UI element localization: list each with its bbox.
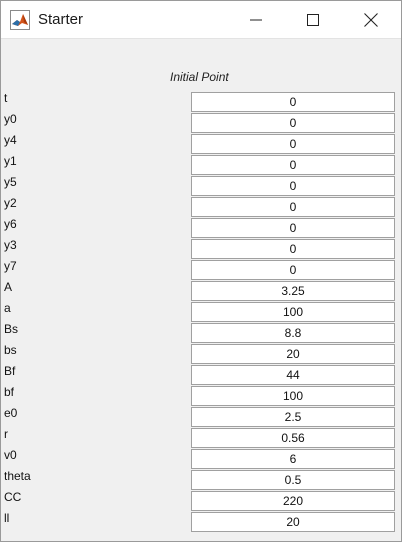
param-value-field[interactable]: 20 [191,344,395,364]
param-label: r [4,427,8,441]
param-label: bs [4,343,17,357]
param-value-field[interactable]: 220 [191,491,395,511]
param-value-field[interactable]: 0 [191,239,395,259]
param-label: y5 [4,175,17,189]
param-row-bf: bf 100 [1,385,401,406]
param-value-field[interactable]: 2.5 [191,407,395,427]
title-bar[interactable]: Starter [1,1,401,39]
param-label: Bs [4,322,19,336]
initial-point-header: Initial Point [170,70,229,84]
window-title: Starter [38,11,84,28]
param-label: e0 [4,406,18,420]
param-value-field[interactable]: 0 [191,197,395,217]
param-row-bs: bs 20 [1,343,401,364]
param-value-field[interactable]: 6 [191,449,395,469]
param-label: y2 [4,196,17,210]
param-label: y0 [4,112,17,126]
starter-window: Starter Initial Point t 0 y0 0 y4 0 y1 0… [0,0,402,542]
param-label: Bf [4,364,16,378]
param-row-r: r 0.56 [1,427,401,448]
param-row-v0: v0 6 [1,448,401,469]
param-row-ll: ll 20 [1,511,401,532]
param-label: y1 [4,154,17,168]
param-value-field[interactable]: 0 [191,260,395,280]
param-row-CC: CC 220 [1,490,401,511]
param-row-Bf: Bf 44 [1,364,401,385]
param-row-A: A 3.25 [1,280,401,301]
param-row-y3: y3 0 [1,238,401,259]
param-row-e0: e0 2.5 [1,406,401,427]
param-value-field[interactable]: 100 [191,386,395,406]
close-icon [364,12,378,27]
param-row-y5: y5 0 [1,175,401,196]
param-label: bf [4,385,15,399]
minimize-icon [250,19,262,20]
param-row-Bs: Bs 8.8 [1,322,401,343]
param-label: y3 [4,238,17,252]
param-label: y7 [4,259,17,273]
param-value-field[interactable]: 0 [191,155,395,175]
close-button[interactable] [348,1,394,38]
param-value-field[interactable]: 0 [191,113,395,133]
param-row-y1: y1 0 [1,154,401,175]
param-value-field[interactable]: 20 [191,512,395,532]
param-row-a: a 100 [1,301,401,322]
matlab-icon [10,10,30,30]
param-value-field[interactable]: 0.56 [191,428,395,448]
param-value-field[interactable]: 0 [191,92,395,112]
param-row-theta: theta 0.5 [1,469,401,490]
param-row-y4: y4 0 [1,133,401,154]
param-value-field[interactable]: 3.25 [191,281,395,301]
param-value-field[interactable]: 0 [191,176,395,196]
param-row-t: t 0 [1,91,401,112]
param-value-field[interactable]: 8.8 [191,323,395,343]
param-row-y6: y6 0 [1,217,401,238]
param-row-y0: y0 0 [1,112,401,133]
param-label: y4 [4,133,17,147]
param-row-y2: y2 0 [1,196,401,217]
minimize-button[interactable] [233,1,279,38]
param-value-field[interactable]: 0 [191,218,395,238]
param-label: v0 [4,448,17,462]
param-label: CC [4,490,22,504]
maximize-icon [307,13,319,26]
param-label: theta [4,469,31,483]
param-label: a [4,301,11,315]
param-label: A [4,280,13,294]
param-label: ll [4,511,10,525]
param-value-field[interactable]: 44 [191,365,395,385]
param-value-field[interactable]: 100 [191,302,395,322]
param-row-y7: y7 0 [1,259,401,280]
param-value-field[interactable]: 0.5 [191,470,395,490]
param-value-field[interactable]: 0 [191,134,395,154]
param-label: t [4,91,8,105]
maximize-button[interactable] [290,1,336,38]
param-label: y6 [4,217,17,231]
